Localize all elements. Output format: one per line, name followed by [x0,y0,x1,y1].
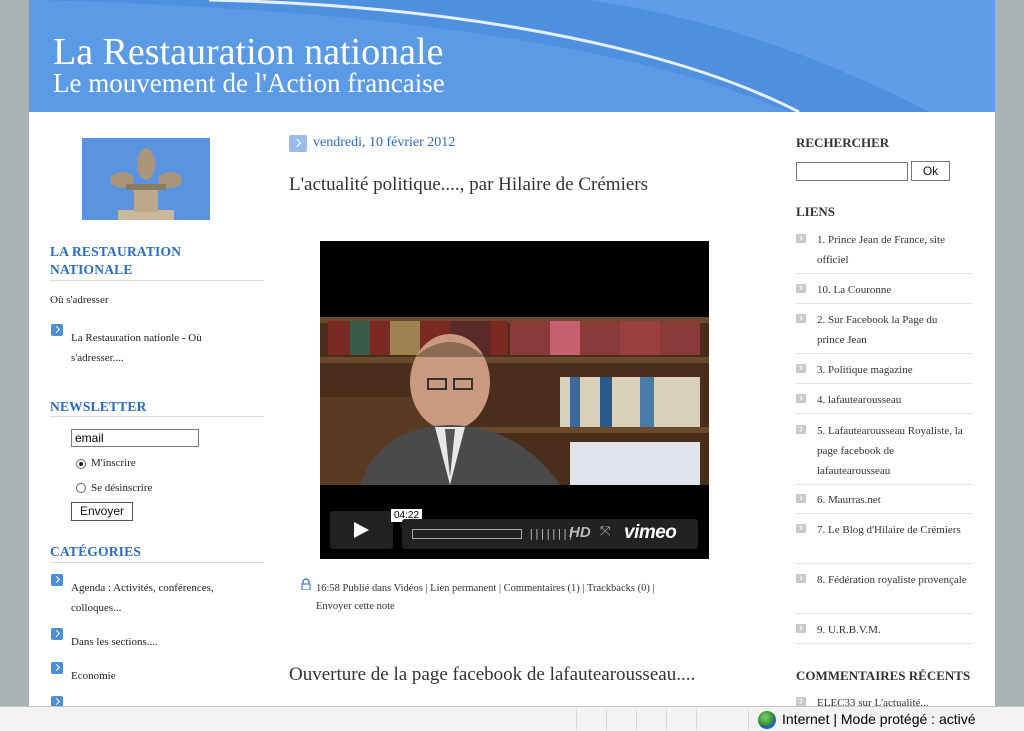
address-link[interactable]: La Restauration nationle - Où s'adresser… [71,328,231,368]
chevron-right-icon [796,364,806,373]
video-progress-bar[interactable] [412,529,522,539]
divider [50,562,264,563]
subscribe-radio[interactable] [76,459,86,469]
post-meta-line1[interactable]: 16:58 Publié dans Vidéos | Lien permanen… [316,580,716,598]
link-label[interactable]: 6. Maurras.net [817,490,967,510]
chevron-right-icon [51,662,63,674]
recent-comments-title: COMMENTAIRES RÉCENTS [796,668,971,683]
chevron-right-icon [796,394,806,403]
category-item[interactable]: Economie [71,666,116,686]
video-frame-image [320,317,709,485]
link-label[interactable]: 4. lafautearousseau [817,390,967,410]
chevron-right-icon [796,314,806,323]
link-item[interactable]: 7. Le Blog d'Hilaire de Crémiers [796,520,972,564]
status-divider [748,709,749,730]
search-input[interactable] [796,162,908,181]
vimeo-logo[interactable]: vimeo [624,522,677,544]
links-title: LIENS [796,204,836,219]
link-item[interactable]: 4. lafautearousseau [796,390,972,414]
address-label: Où s'adresser [50,294,109,306]
chevron-right-icon [796,624,806,633]
status-divider [636,709,637,730]
unsubscribe-radio[interactable] [76,483,86,493]
link-label[interactable]: 9. U.R.B.V.M. [817,620,967,640]
link-item[interactable]: 3. Politique magazine [796,360,972,384]
status-divider [666,709,667,730]
fleur-de-lis-icon [82,138,210,220]
lock-icon [301,578,311,590]
link-item[interactable]: 5. Lafautearousseau Royaliste, la page f… [796,421,972,485]
date-arrow-icon [289,135,307,152]
link-label[interactable]: 1. Prince Jean de France, site officiel [817,230,967,270]
security-zone-text[interactable]: Internet | Mode protégé : activé [782,711,976,727]
chevron-right-icon [796,284,806,293]
status-divider [606,709,607,730]
link-label[interactable]: 8. Fédération royaliste provençale [817,570,967,590]
link-item[interactable]: 8. Fédération royaliste provençale [796,570,972,614]
post-date: vendredi, 10 février 2012 [313,135,456,150]
link-label[interactable]: 10. La Couronne [817,280,967,300]
comment-label[interactable]: ELEC33 sur L'actualité... [817,693,967,706]
send-button[interactable]: Envoyer [71,502,133,521]
newsletter-title: NEWSLETTER [50,399,147,414]
site-header: La Restauration nationale Le mouvement d… [29,0,995,112]
subscribe-label: M'inscrire [91,457,136,469]
post-title-2[interactable]: Ouverture de la page facebook de lafaute… [289,664,695,686]
link-item[interactable]: 9. U.R.B.V.M. [796,620,972,644]
link-item[interactable]: 2. Sur Facebook la Page du prince Jean [796,310,972,354]
chevron-right-icon [796,234,806,243]
comment-item[interactable]: ELEC33 sur L'actualité... [796,693,972,706]
categories-title: CATÉGORIES [50,544,142,559]
site-subtitle: Le mouvement de l'Action francaise [53,68,445,98]
video-controls: |||||||| HD ⤧ vimeo [402,519,698,549]
unsubscribe-label: Se désinscrire [91,482,153,494]
chevron-right-icon [796,697,806,706]
chevron-right-icon [51,324,63,336]
post-meta-line2[interactable]: Envoyer cette note [316,598,716,616]
link-label[interactable]: 7. Le Blog d'Hilaire de Crémiers [817,520,967,540]
browser-status-bar: Internet | Mode protégé : activé [0,706,1024,731]
post-meta[interactable]: 16:58 Publié dans Vidéos | Lien permanen… [316,580,716,616]
status-divider [576,709,577,730]
status-divider [696,709,697,730]
search-title: RECHERCHER [796,135,890,150]
chevron-right-icon [796,524,806,533]
chevron-right-icon [51,574,63,586]
link-item[interactable]: 6. Maurras.net [796,490,972,514]
chevron-right-icon [796,425,806,434]
email-field[interactable] [71,429,199,447]
video-player[interactable]: 04:22 |||||||| HD ⤧ vimeo [320,241,709,559]
chevron-right-icon [796,574,806,583]
post-title[interactable]: L'actualité politique...., par Hilaire d… [289,174,648,196]
link-label[interactable]: 5. Lafautearousseau Royaliste, la page f… [817,421,967,481]
site-title[interactable]: La Restauration nationale [53,32,443,72]
divider [50,280,264,281]
chevron-right-icon [51,696,63,706]
category-item[interactable]: Agenda : Activités, conférences, colloqu… [71,578,241,618]
link-label[interactable]: 2. Sur Facebook la Page du prince Jean [817,310,967,350]
page: La Restauration nationale Le mouvement d… [29,0,995,706]
fleur-de-lis-logo [82,138,210,220]
link-item[interactable]: 1. Prince Jean de France, site officiel [796,230,972,274]
link-item[interactable]: 10. La Couronne [796,280,972,304]
chevron-right-icon [51,628,63,640]
divider [50,416,264,417]
volume-icon[interactable]: |||||||| [528,527,574,540]
chevron-right-icon [796,494,806,503]
category-item[interactable]: Dans les sections.... [71,632,158,652]
hd-button[interactable]: HD [569,524,591,541]
search-ok-button[interactable]: Ok [911,161,950,181]
section-title-restauration: LA RESTAURATION NATIONALE [50,244,182,277]
fullscreen-icon[interactable]: ⤧ [600,524,610,539]
internet-zone-icon [758,711,776,729]
play-button[interactable] [330,511,393,549]
link-label[interactable]: 3. Politique magazine [817,360,967,380]
